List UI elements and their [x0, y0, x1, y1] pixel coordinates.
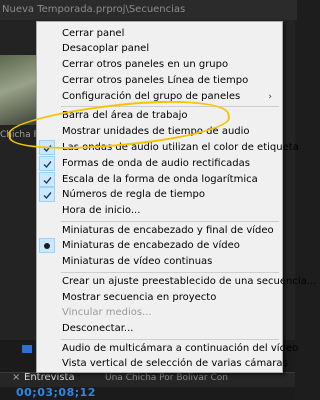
tab-sequence[interactable]: Una Chicha Por Bolivar Con	[105, 373, 228, 383]
menu-item-label: Cerrar panel	[62, 28, 125, 39]
menu-item-panel-group-settings[interactable]: Configuración del grupo de paneles ›	[37, 89, 282, 105]
clip-thumbnail[interactable]	[0, 55, 40, 125]
menu-item-label: Miniaturas de encabezado de vídeo	[62, 240, 240, 251]
menu-item-show-audio-time-units[interactable]: Mostrar unidades de tiempo de audio	[37, 124, 282, 140]
menu-item-create-sequence-preset[interactable]: Crear un ajuste preestablecido de una se…	[37, 274, 316, 290]
menu-item-label: Vincular medios...	[62, 307, 152, 318]
menu-item-label: Escala de la forma de onda logarítmica	[62, 174, 258, 185]
menu-item-start-time[interactable]: Hora de inicio...	[37, 203, 282, 219]
menu-item-label: Desconectar...	[62, 323, 134, 334]
menu-item-label: Cerrar otros paneles en un grupo	[62, 59, 229, 70]
menu-item-label: Desacoplar panel	[62, 43, 150, 54]
menu-item-label: Miniaturas de encabezado y final de víde…	[62, 225, 274, 236]
checkmark-icon	[39, 140, 55, 155]
menu-item-log-waveform-scale[interactable]: Escala de la forma de onda logarítmica	[37, 172, 282, 188]
checkmark-icon	[39, 172, 55, 187]
menu-separator	[61, 272, 279, 273]
menu-separator	[61, 221, 279, 222]
menu-item-label: Mostrar secuencia en proyecto	[62, 292, 217, 303]
submenu-arrow-icon: ›	[268, 92, 272, 102]
menu-item-time-ruler-numbers[interactable]: Números de regla de tiempo	[37, 187, 282, 203]
menu-item-head-thumbnails[interactable]: Miniaturas de encabezado de vídeo	[37, 238, 282, 254]
tab-entrevista[interactable]: Entrevista	[24, 372, 75, 383]
menu-item-rectified-waveforms[interactable]: Formas de onda de audio rectificadas	[37, 156, 282, 172]
menu-item-close-others-timeline[interactable]: Cerrar otros paneles Línea de tiempo	[37, 73, 282, 89]
playhead-timecode[interactable]: 00;03;08;12	[16, 386, 96, 399]
menu-item-label: Crear un ajuste preestablecido de una se…	[62, 276, 317, 287]
menu-item-reveal-sequence[interactable]: Mostrar secuencia en proyecto	[37, 290, 282, 306]
menu-item-close-others-group[interactable]: Cerrar otros paneles en un grupo	[37, 57, 282, 73]
tab-close-icon[interactable]: ×	[12, 372, 20, 383]
menu-item-head-tail-thumbnails[interactable]: Miniaturas de encabezado y final de víde…	[37, 223, 282, 239]
timeline-panel-menu: Cerrar panel Desacoplar panel Cerrar otr…	[36, 21, 316, 373]
menu-item-label: Miniaturas de vídeo continuas	[62, 256, 213, 267]
menu-item-label: Números de regla de tiempo	[62, 189, 206, 200]
menu-item-label: Configuración del grupo de paneles	[62, 91, 241, 102]
menu-item-multicam-vertical-view[interactable]: Vista vertical de selección de varias cá…	[37, 356, 288, 372]
menu-item-close-panel[interactable]: Cerrar panel	[37, 26, 282, 42]
menu-item-label: Vista vertical de selección de varias cá…	[62, 358, 288, 369]
menu-item-label: Las ondas de audio utilizan el color de …	[62, 142, 299, 153]
menu-separator	[61, 106, 279, 107]
menu-item-label: Barra del área de trabajo	[62, 110, 188, 121]
menu-item-disconnect[interactable]: Desconectar...	[37, 321, 282, 337]
menu-item-continuous-thumbnails[interactable]: Miniaturas de vídeo continuas	[37, 254, 282, 270]
menu-separator	[61, 339, 279, 340]
checkmark-icon	[39, 156, 55, 171]
menu-item-multicam-audio-follows-video[interactable]: Audio de multicámara a continuación del …	[37, 341, 298, 357]
menu-item-audio-waveforms-label-color[interactable]: Las ondas de audio utilizan el color de …	[37, 140, 299, 156]
menu-item-label: Hora de inicio...	[62, 205, 141, 216]
menu-item-workspace-bar[interactable]: Barra del área de trabajo	[37, 108, 282, 124]
window-title: Nueva Temporada.prproj\Secuencias	[0, 0, 297, 20]
menu-item-link-media: Vincular medios...	[37, 305, 282, 321]
radio-dot-icon	[44, 243, 50, 249]
menu-item-undock-panel[interactable]: Desacoplar panel	[37, 41, 282, 57]
menu-item-label: Cerrar otros paneles Línea de tiempo	[62, 75, 249, 86]
menu-item-label: Formas de onda de audio rectificadas	[62, 158, 250, 169]
menu-item-label: Mostrar unidades de tiempo de audio	[62, 126, 250, 137]
list-view-icon[interactable]	[22, 345, 32, 353]
menu-item-label: Audio de multicámara a continuación del …	[62, 343, 299, 354]
checkmark-icon	[39, 187, 55, 202]
